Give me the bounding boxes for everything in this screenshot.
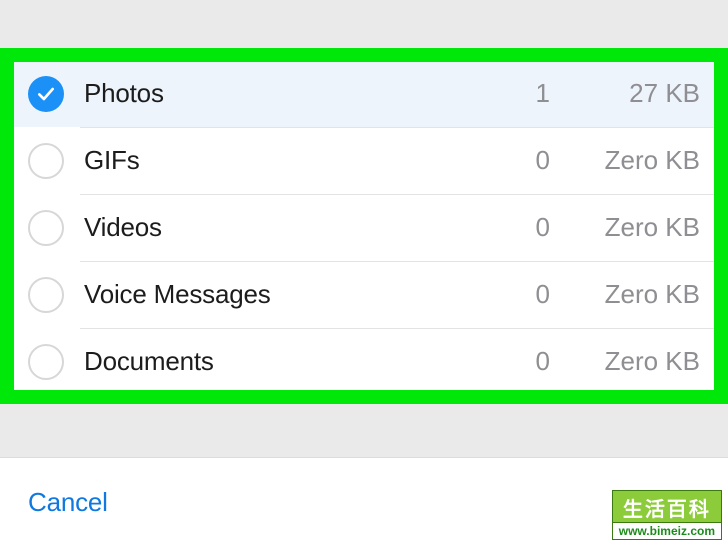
row-label: GIFs	[84, 145, 530, 176]
row-size: Zero KB	[590, 346, 700, 377]
row-size: 27 KB	[590, 78, 700, 109]
row-count: 0	[530, 212, 550, 243]
row-size: Zero KB	[590, 145, 700, 176]
row-count: 1	[530, 78, 550, 109]
storage-type-list: Photos 1 27 KB GIFs 0 Zero KB Videos 0 Z…	[0, 60, 728, 395]
uncheck-icon[interactable]	[28, 210, 64, 246]
footer-bar: Cancel	[0, 457, 728, 547]
row-count: 0	[530, 346, 550, 377]
cancel-button[interactable]: Cancel	[28, 487, 108, 518]
check-icon[interactable]	[28, 76, 64, 112]
row-size: Zero KB	[590, 212, 700, 243]
row-videos[interactable]: Videos 0 Zero KB	[0, 194, 728, 261]
row-count: 0	[530, 279, 550, 310]
uncheck-icon[interactable]	[28, 344, 64, 380]
row-photos[interactable]: Photos 1 27 KB	[0, 60, 728, 127]
row-voice-messages[interactable]: Voice Messages 0 Zero KB	[0, 261, 728, 328]
row-label: Photos	[84, 78, 530, 109]
row-label: Videos	[84, 212, 530, 243]
row-gifs[interactable]: GIFs 0 Zero KB	[0, 127, 728, 194]
row-label: Documents	[84, 346, 530, 377]
header-spacer	[0, 0, 728, 60]
row-size: Zero KB	[590, 279, 700, 310]
uncheck-icon[interactable]	[28, 143, 64, 179]
row-documents[interactable]: Documents 0 Zero KB	[0, 328, 728, 395]
row-count: 0	[530, 145, 550, 176]
uncheck-icon[interactable]	[28, 277, 64, 313]
row-label: Voice Messages	[84, 279, 530, 310]
section-gap	[0, 395, 728, 457]
